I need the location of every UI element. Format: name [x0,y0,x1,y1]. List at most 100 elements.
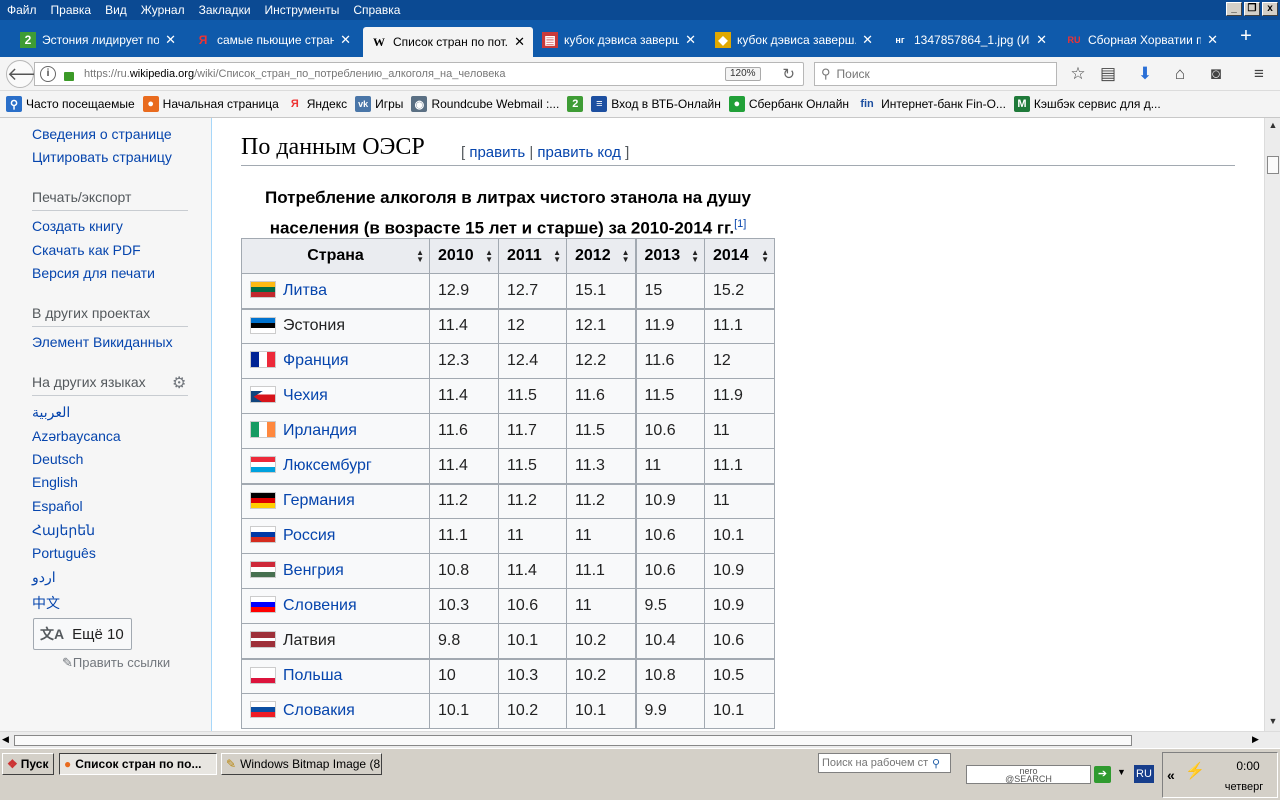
sidebar-language-link[interactable]: English [32,474,78,490]
tab-close-icon[interactable]: ✕ [862,32,873,48]
sidebar-language-link[interactable]: Português [32,545,96,561]
country-name[interactable]: Франция [283,352,349,369]
tab-close-icon[interactable]: ✕ [165,32,176,48]
sidebar-language-link[interactable]: العربية [32,404,70,421]
country-name[interactable]: Чехия [283,387,328,404]
scroll-up-icon[interactable]: ▲ [1267,120,1279,132]
browser-tab[interactable]: нг 1347857864_1.jpg (Из... ✕ [884,25,1055,55]
horizontal-scroll-thumb[interactable] [14,735,1132,746]
bookmark-item[interactable]: 2 [567,96,584,112]
close-icon[interactable]: x [1262,2,1278,16]
language-indicator[interactable]: RU [1134,765,1154,783]
sidebar-link-page-info[interactable]: Сведения о странице [32,126,172,142]
menu-icon[interactable]: ≡ [1249,64,1269,84]
country-name[interactable]: Люксембург [283,457,372,474]
sidebar-link-wikidata[interactable]: Элемент Викиданных [32,334,173,350]
bookmark-star-icon[interactable]: ☆ [1068,64,1088,84]
taskbar-firefox-window[interactable]: ● Список стран по по... [59,753,217,775]
sidebar-language-link[interactable]: 中文 [32,593,60,613]
more-languages-button[interactable]: 文A Ещё 10 [33,618,132,650]
bookmark-item[interactable]: ◉ Roundcube Webmail :... [411,96,559,112]
sort-icon[interactable]: ▲ ▼ [761,249,769,264]
zoom-indicator[interactable]: 120% [725,67,761,81]
sort-icon[interactable]: ▲ ▼ [416,249,424,264]
bookmark-item[interactable]: ● Сбербанк Онлайн [728,96,849,112]
vertical-scrollbar[interactable]: ▲ ▼ [1264,118,1280,731]
country-name[interactable]: Польша [283,667,342,684]
sort-icon[interactable]: ▲ ▼ [622,249,630,264]
menu-item[interactable]: Правка [44,3,99,17]
browser-tab[interactable]: Ясамые пьющие стран... ✕ [187,25,359,55]
desktop-search-box[interactable]: ⚲ [818,753,951,773]
browser-tab[interactable]: 2 Эстония лидирует по ... ✕ [12,25,184,55]
column-header-country[interactable]: Страна ▲ ▼ [241,238,430,274]
gear-icon[interactable]: ⚙ [172,373,186,393]
info-icon[interactable]: i [40,66,56,82]
clock-time[interactable]: 0:00 [1223,759,1273,773]
browser-tab[interactable]: ▤ кубок дэвиса заверш... ✕ [534,25,704,55]
tab-close-icon[interactable]: ✕ [1036,32,1047,48]
bookmark-item[interactable]: Я Яндекс [287,96,347,112]
reload-icon[interactable]: ↻ [782,65,795,83]
search-icon[interactable]: ⚲ [932,757,940,770]
menu-item[interactable]: Журнал [134,3,192,17]
country-name[interactable]: Словакия [283,702,355,719]
column-header-year[interactable]: 2010 ▲ ▼ [429,238,499,274]
sidebar-language-link[interactable]: Deutsch [32,451,83,467]
edit-link[interactable]: править [469,144,525,161]
scroll-right-icon[interactable]: ▶ [1252,734,1259,745]
go-arrow-icon[interactable]: ➔ [1094,766,1111,783]
url-text[interactable]: https://ru.wikipedia.org/wiki/Список_стр… [84,68,505,80]
sort-icon[interactable]: ▲ ▼ [691,249,699,264]
bookmark-item[interactable]: fin Интернет-банк Fin-O... [857,96,1006,112]
start-button[interactable]: ❖ Пуск [2,753,54,775]
sidebar-language-link[interactable]: Azərbaycanca [32,428,121,444]
minimize-icon[interactable]: _ [1226,2,1242,16]
edit-source-link[interactable]: править код [537,144,621,161]
network-icon[interactable]: ⚡ [1185,761,1205,781]
edit-links-link[interactable]: ✎Править ссылки [62,655,170,671]
scroll-down-icon[interactable]: ▼ [1267,716,1279,728]
chevron-down-icon[interactable]: ▼ [1117,767,1126,777]
reading-list-icon[interactable]: ▤ [1098,64,1118,84]
sidebar-language-link[interactable]: اردو [32,569,56,586]
sidebar-link-create-book[interactable]: Создать книгу [32,218,123,234]
home-icon[interactable]: ⌂ [1170,64,1190,84]
menu-item[interactable]: Файл [0,3,44,17]
taskbar-image-window[interactable]: ✎ Windows Bitmap Image (8... [221,753,382,775]
back-button[interactable]: 🡐 [6,60,55,88]
bookmark-item[interactable]: ● Начальная страница [142,96,279,112]
horizontal-scrollbar[interactable]: ◀ ▶ [0,731,1280,748]
browser-tab[interactable]: ◆ кубок дэвиса заверш... ✕ [707,25,881,55]
sidebar-language-link[interactable]: Հայերեն [32,522,95,539]
country-name[interactable]: Венгрия [283,562,344,579]
address-bar[interactable]: i https://ru.wikipedia.org/wiki/Список_с… [34,62,804,86]
sidebar-link-cite[interactable]: Цитировать страницу [32,149,172,165]
column-header-year[interactable]: 2012 ▲ ▼ [566,238,636,274]
column-header-year[interactable]: 2014 ▲ ▼ [704,238,775,274]
sidebar-link-download-pdf[interactable]: Скачать как PDF [32,242,141,258]
bookmark-item[interactable]: M Кэшбэк сервис для д... [1013,96,1161,112]
country-name[interactable]: Россия [283,527,335,544]
country-name[interactable]: Литва [283,282,327,299]
tray-expand-icon[interactable]: « [1167,767,1175,783]
scroll-left-icon[interactable]: ◀ [2,734,9,745]
new-tab-button[interactable]: + [1234,24,1258,48]
vertical-scroll-thumb[interactable] [1267,156,1279,174]
menu-item[interactable]: Инструменты [258,3,347,17]
maximize-icon[interactable]: ❐ [1244,2,1260,16]
column-header-year[interactable]: 2011 ▲ ▼ [498,238,567,274]
tab-close-icon[interactable]: ✕ [514,34,525,50]
menu-item[interactable]: Вид [98,3,134,17]
search-bar[interactable]: ⚲ [814,62,1057,86]
tab-close-icon[interactable]: ✕ [685,32,696,48]
desktop-search-input[interactable] [822,757,932,769]
country-name[interactable]: Германия [283,492,355,509]
browser-tab[interactable]: RU Сборная Хорватии по... ✕ [1058,25,1226,55]
column-header-year[interactable]: 2013 ▲ ▼ [634,238,705,274]
bookmark-item[interactable]: vk Игры [355,96,403,112]
sort-icon[interactable]: ▲ ▼ [485,249,493,264]
caption-reference[interactable]: [1] [734,218,746,230]
bookmark-item[interactable]: ≡ Вход в ВТБ-Онлайн [591,96,721,112]
pocket-icon[interactable]: ◙ [1206,64,1226,84]
